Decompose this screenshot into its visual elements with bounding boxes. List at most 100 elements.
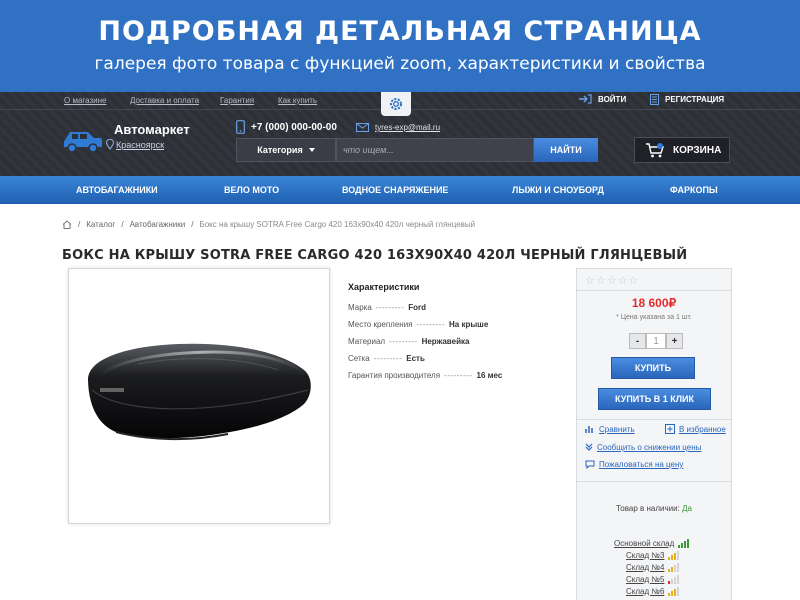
product-image[interactable] (78, 278, 320, 514)
settings-button[interactable] (381, 92, 411, 116)
spec-value: Нержавейка (421, 337, 470, 346)
divider (577, 481, 731, 482)
city-selector[interactable]: Красноярск (116, 140, 164, 150)
spec-row: Место крепления --------- На крыше (348, 320, 488, 329)
spec-value: Ford (408, 303, 427, 312)
star-icon[interactable]: ☆ (585, 275, 596, 287)
buy-panel: ☆☆☆☆☆ 18 600₽ * Цена указана за 1 шт. - … (576, 268, 732, 600)
spec-row: Гарантия производителя --------- 16 мес (348, 371, 502, 380)
add-favorite-icon (665, 424, 675, 434)
category-label: Категория (257, 145, 303, 155)
spec-dots: --------- (373, 354, 403, 363)
complain-price-link[interactable]: Пожаловаться на цену (585, 460, 683, 469)
category-dropdown[interactable]: Категория (236, 138, 336, 162)
register-label: РЕГИСТРАЦИЯ (665, 95, 725, 104)
stock-status: Товар в наличии: Да (577, 504, 731, 513)
email-link[interactable]: tyres-exp@mail.ru (356, 123, 440, 132)
specs-title: Характеристики (348, 282, 420, 292)
search-bar: Категория НАЙТИ (236, 138, 598, 162)
divider (577, 419, 731, 420)
phone-icon (236, 120, 245, 134)
spec-name: Сетка (348, 354, 370, 363)
car-logo-icon[interactable] (62, 128, 104, 154)
top-link-about[interactable]: О магазине (64, 96, 107, 105)
breadcrumb-separator: / (121, 220, 124, 229)
search-button[interactable]: НАЙТИ (534, 138, 598, 162)
warehouse-row[interactable]: Основной склад (614, 539, 690, 548)
warehouse-row[interactable]: Склад №4 (626, 563, 680, 572)
spec-value: На крыше (449, 320, 489, 329)
price-drop-notify-link[interactable]: Сообщить о снижении цены (585, 442, 701, 452)
nav-item-velo-moto[interactable]: ВЕЛО МОТО (224, 185, 279, 195)
qty-plus-button[interactable]: + (666, 333, 683, 349)
spec-value: Есть (406, 354, 425, 363)
notify-label: Сообщить о снижении цены (597, 442, 702, 452)
document-icon (650, 94, 659, 105)
one-click-buy-button[interactable]: КУПИТЬ В 1 КЛИК (598, 388, 711, 410)
spec-row: Материал --------- Нержавейка (348, 337, 469, 346)
buy-button[interactable]: КУПИТЬ (611, 357, 695, 379)
register-link[interactable]: РЕГИСТРАЦИЯ (650, 94, 724, 105)
phone: +7 (000) 000-00-00 (236, 120, 337, 134)
star-icon[interactable]: ☆ (629, 275, 640, 287)
divider (577, 290, 731, 291)
warehouse-row[interactable]: Склад №5 (626, 575, 680, 584)
home-icon[interactable] (62, 220, 72, 229)
stock-level-bars-icon (678, 539, 690, 548)
warehouse-row[interactable]: Склад №6 (626, 587, 680, 596)
nav-item-roof-racks[interactable]: АВТОБАГАЖНИКИ (76, 185, 158, 195)
warehouse-name: Основной склад (614, 539, 675, 548)
cart-icon (646, 143, 664, 158)
warehouse-row[interactable]: Склад №3 (626, 551, 680, 560)
login-link[interactable]: ВОЙТИ (578, 94, 626, 104)
stock-level-bars-icon (668, 575, 680, 584)
product-gallery[interactable] (68, 268, 330, 524)
star-icon[interactable]: ☆ (607, 275, 618, 287)
breadcrumb: / Каталог / Автобагажники / Бокс на крыш… (62, 220, 475, 229)
warehouse-name: Склад №4 (626, 563, 665, 572)
favorite-link[interactable]: В избранное (665, 424, 726, 434)
breadcrumb-separator: / (191, 220, 194, 229)
top-link-delivery[interactable]: Доставка и оплата (130, 96, 199, 105)
breadcrumb-catalog[interactable]: Каталог (86, 220, 115, 229)
spec-name: Место крепления (348, 320, 413, 329)
stock-level-bars-icon (668, 551, 680, 560)
favorite-label: В избранное (679, 424, 726, 434)
qty-minus-button[interactable]: - (629, 333, 646, 349)
banner-subtitle: галерея фото товара с функцией zoom, хар… (94, 54, 706, 74)
compare-label: Сравнить (599, 424, 635, 434)
top-link-warranty[interactable]: Гарантия (220, 96, 254, 105)
chat-bubble-icon (585, 460, 595, 469)
stock-level-bars-icon (668, 563, 680, 572)
spec-name: Гарантия производителя (348, 371, 441, 380)
spec-value: 16 мес (476, 371, 503, 380)
price: 18 600₽ (631, 296, 677, 310)
star-icon[interactable]: ☆ (618, 275, 629, 287)
compare-link[interactable]: Сравнить (585, 424, 635, 434)
nav-item-water-gear[interactable]: ВОДНОЕ СНАРЯЖЕНИЕ (342, 185, 448, 195)
spec-name: Материал (348, 337, 386, 346)
gear-icon (390, 98, 402, 110)
breadcrumb-roof-racks[interactable]: Автобагажники (130, 220, 186, 229)
login-icon (579, 94, 592, 104)
complain-label: Пожаловаться на цену (599, 460, 684, 469)
nav-item-towbars[interactable]: ФАРКОПЫ (670, 185, 718, 195)
star-icon[interactable]: ☆ (596, 275, 607, 287)
promo-banner: ПОДРОБНАЯ ДЕТАЛЬНАЯ СТРАНИЦА галерея фот… (0, 0, 800, 92)
top-link-howtobuy[interactable]: Как купить (278, 96, 317, 105)
warehouse-name: Склад №5 (626, 575, 665, 584)
stock-value: Да (682, 504, 692, 513)
cart-label: КОРЗИНА (673, 144, 722, 156)
cart-button[interactable]: КОРЗИНА (634, 137, 730, 163)
roof-box-image (88, 343, 311, 441)
search-input[interactable] (336, 138, 534, 162)
qty-input[interactable]: 1 (646, 333, 666, 349)
nav-item-ski-snowboard[interactable]: ЛЫЖИ И СНОУБОРД (512, 185, 604, 195)
stock-label: Товар в наличии: (616, 504, 680, 513)
logo-name[interactable]: Автомаркет (114, 122, 190, 137)
rating-stars[interactable]: ☆☆☆☆☆ (585, 274, 639, 287)
spec-row: Сетка --------- Есть (348, 354, 425, 363)
breadcrumb-separator: / (78, 220, 81, 229)
location-pin-icon (106, 139, 114, 150)
spec-dots: --------- (375, 303, 405, 312)
